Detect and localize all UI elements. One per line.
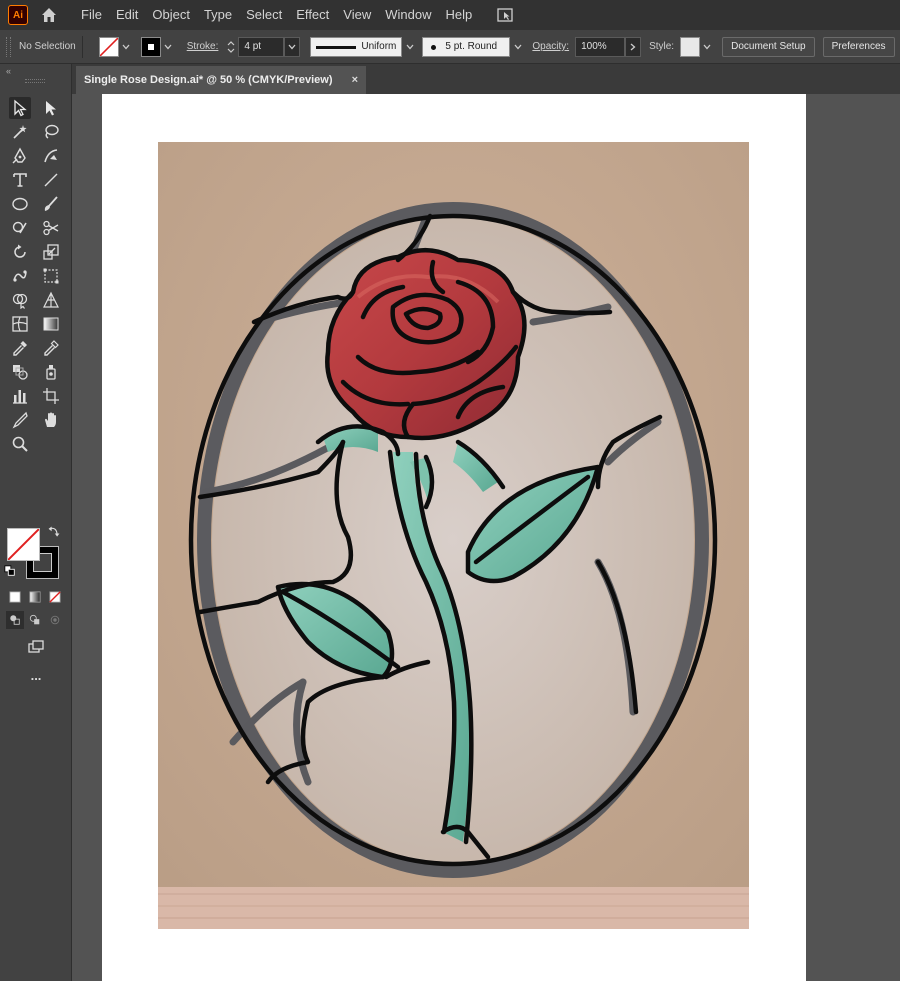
color-mode-icon[interactable]: [6, 588, 24, 606]
close-tab-icon[interactable]: ×: [352, 74, 358, 86]
menu-bar: Ai File Edit Object Type Select Effect V…: [0, 0, 900, 30]
symbol-sprayer-tool-icon[interactable]: [40, 361, 62, 383]
brush-definition-select[interactable]: 5 pt. Round: [422, 36, 511, 57]
menu-select[interactable]: Select: [239, 0, 289, 30]
swap-fill-stroke-icon[interactable]: [46, 524, 62, 540]
collapse-panel-icon[interactable]: «: [6, 66, 11, 76]
menu-help[interactable]: Help: [438, 0, 479, 30]
stroke-weight-dropdown-chevron-icon[interactable]: [284, 36, 301, 57]
none-mode-icon[interactable]: [46, 588, 64, 606]
stroke-weight-input[interactable]: 4 pt: [238, 36, 285, 57]
direct-selection-tool-icon[interactable]: [40, 97, 62, 119]
lasso-tool-icon[interactable]: [40, 121, 62, 143]
artboard-tool-icon[interactable]: [40, 385, 62, 407]
document-setup-button[interactable]: Document Setup: [722, 36, 815, 57]
default-fill-stroke-icon[interactable]: [3, 564, 17, 578]
graphic-style-swatch[interactable]: [680, 36, 701, 57]
menu-window[interactable]: Window: [378, 0, 438, 30]
scissors-tool-icon[interactable]: [40, 217, 62, 239]
scale-tool-icon[interactable]: [40, 241, 62, 263]
eyedropper-tool-icon[interactable]: [9, 337, 31, 359]
hand-tool-icon[interactable]: [40, 409, 62, 431]
fill-swatch-control[interactable]: [98, 36, 119, 57]
stained-glass-rose-artwork: [158, 142, 749, 929]
menu-edit[interactable]: Edit: [109, 0, 145, 30]
change-screen-mode-icon[interactable]: [25, 636, 47, 658]
control-bar-grip[interactable]: [6, 36, 11, 57]
pen-tool-icon[interactable]: [9, 145, 31, 167]
puppet-warp-tool-icon[interactable]: [9, 265, 31, 287]
ellipse-tool-icon[interactable]: [9, 193, 31, 215]
stroke-swatch-control[interactable]: [140, 36, 161, 57]
column-graph-tool-icon[interactable]: [9, 385, 31, 407]
canvas-area[interactable]: [72, 94, 900, 981]
measure-eyedropper-tool-icon[interactable]: [40, 337, 62, 359]
menu-file[interactable]: File: [74, 0, 109, 30]
placed-rose-photo[interactable]: [158, 142, 749, 929]
slice-tool-icon[interactable]: [9, 409, 31, 431]
stroke-weight-stepper-icon[interactable]: [224, 37, 238, 57]
style-label: Style:: [649, 41, 675, 52]
uniform-profile-line: [316, 45, 357, 49]
app-logo: Ai: [8, 5, 28, 25]
gradient-tool-icon[interactable]: [40, 313, 62, 335]
line-segment-tool-icon[interactable]: [40, 169, 62, 191]
brush-dropdown-chevron-icon[interactable]: [510, 37, 526, 57]
gradient-mode-icon[interactable]: [26, 588, 44, 606]
control-bar: No Selection Stroke: 4 pt Uniform 5 pt. …: [0, 30, 900, 64]
selection-status: No Selection: [19, 41, 76, 52]
artboard[interactable]: [102, 94, 806, 981]
variable-width-profile-select[interactable]: Uniform: [310, 36, 403, 57]
selection-tool-icon[interactable]: [9, 97, 31, 119]
opacity-input[interactable]: 100%: [575, 36, 626, 57]
draw-normal-icon[interactable]: [6, 611, 24, 629]
panel-grip[interactable]: [25, 79, 45, 83]
paintbrush-tool-icon[interactable]: [40, 193, 62, 215]
draw-inside-icon[interactable]: [46, 611, 64, 629]
menu-object[interactable]: Object: [145, 0, 197, 30]
document-tab-title: Single Rose Design.ai* @ 50 % (CMYK/Prev…: [84, 74, 333, 86]
document-tab[interactable]: Single Rose Design.ai* @ 50 % (CMYK/Prev…: [76, 66, 366, 94]
preferences-button[interactable]: Preferences: [822, 36, 895, 57]
style-dropdown-chevron-icon[interactable]: [700, 37, 714, 57]
arrange-documents-icon[interactable]: [495, 5, 515, 25]
shape-builder-tool-icon[interactable]: [9, 289, 31, 311]
menu-view[interactable]: View: [336, 0, 378, 30]
menu-effect[interactable]: Effect: [289, 0, 336, 30]
curvature-tool-icon[interactable]: [40, 145, 62, 167]
stroke-dropdown-chevron-icon[interactable]: [161, 37, 175, 57]
menu-type[interactable]: Type: [197, 0, 239, 30]
free-transform-tool-icon[interactable]: [40, 265, 62, 287]
divider: [81, 35, 83, 58]
opacity-label[interactable]: Opacity:: [532, 41, 569, 52]
rotate-tool-icon[interactable]: [9, 241, 31, 263]
brush-label: 5 pt. Round: [445, 41, 498, 52]
zoom-tool-icon[interactable]: [9, 433, 31, 455]
opacity-expand-chevron-icon[interactable]: [625, 36, 642, 57]
perspective-grid-tool-icon[interactable]: [40, 289, 62, 311]
mesh-tool-icon[interactable]: [9, 313, 31, 335]
fill-none-swatch[interactable]: [7, 528, 40, 561]
fill-dropdown-chevron-icon[interactable]: [119, 37, 133, 57]
edit-toolbar-more-icon[interactable]: ...: [25, 664, 47, 686]
menu-list: File Edit Object Type Select Effect View…: [74, 0, 479, 30]
home-icon[interactable]: [38, 4, 60, 26]
stroke-label[interactable]: Stroke:: [187, 41, 219, 52]
document-tab-strip: Single Rose Design.ai* @ 50 % (CMYK/Prev…: [72, 64, 900, 94]
blend-tool-icon[interactable]: [9, 361, 31, 383]
magic-wand-tool-icon[interactable]: [9, 121, 31, 143]
draw-behind-icon[interactable]: [26, 611, 44, 629]
type-tool-icon[interactable]: [9, 169, 31, 191]
profile-dropdown-chevron-icon[interactable]: [402, 37, 418, 57]
tools-panel: « ...: [0, 64, 72, 981]
round-brush-dot-icon: [431, 44, 437, 50]
shaper-tool-icon[interactable]: [9, 217, 31, 239]
profile-label: Uniform: [361, 41, 397, 52]
